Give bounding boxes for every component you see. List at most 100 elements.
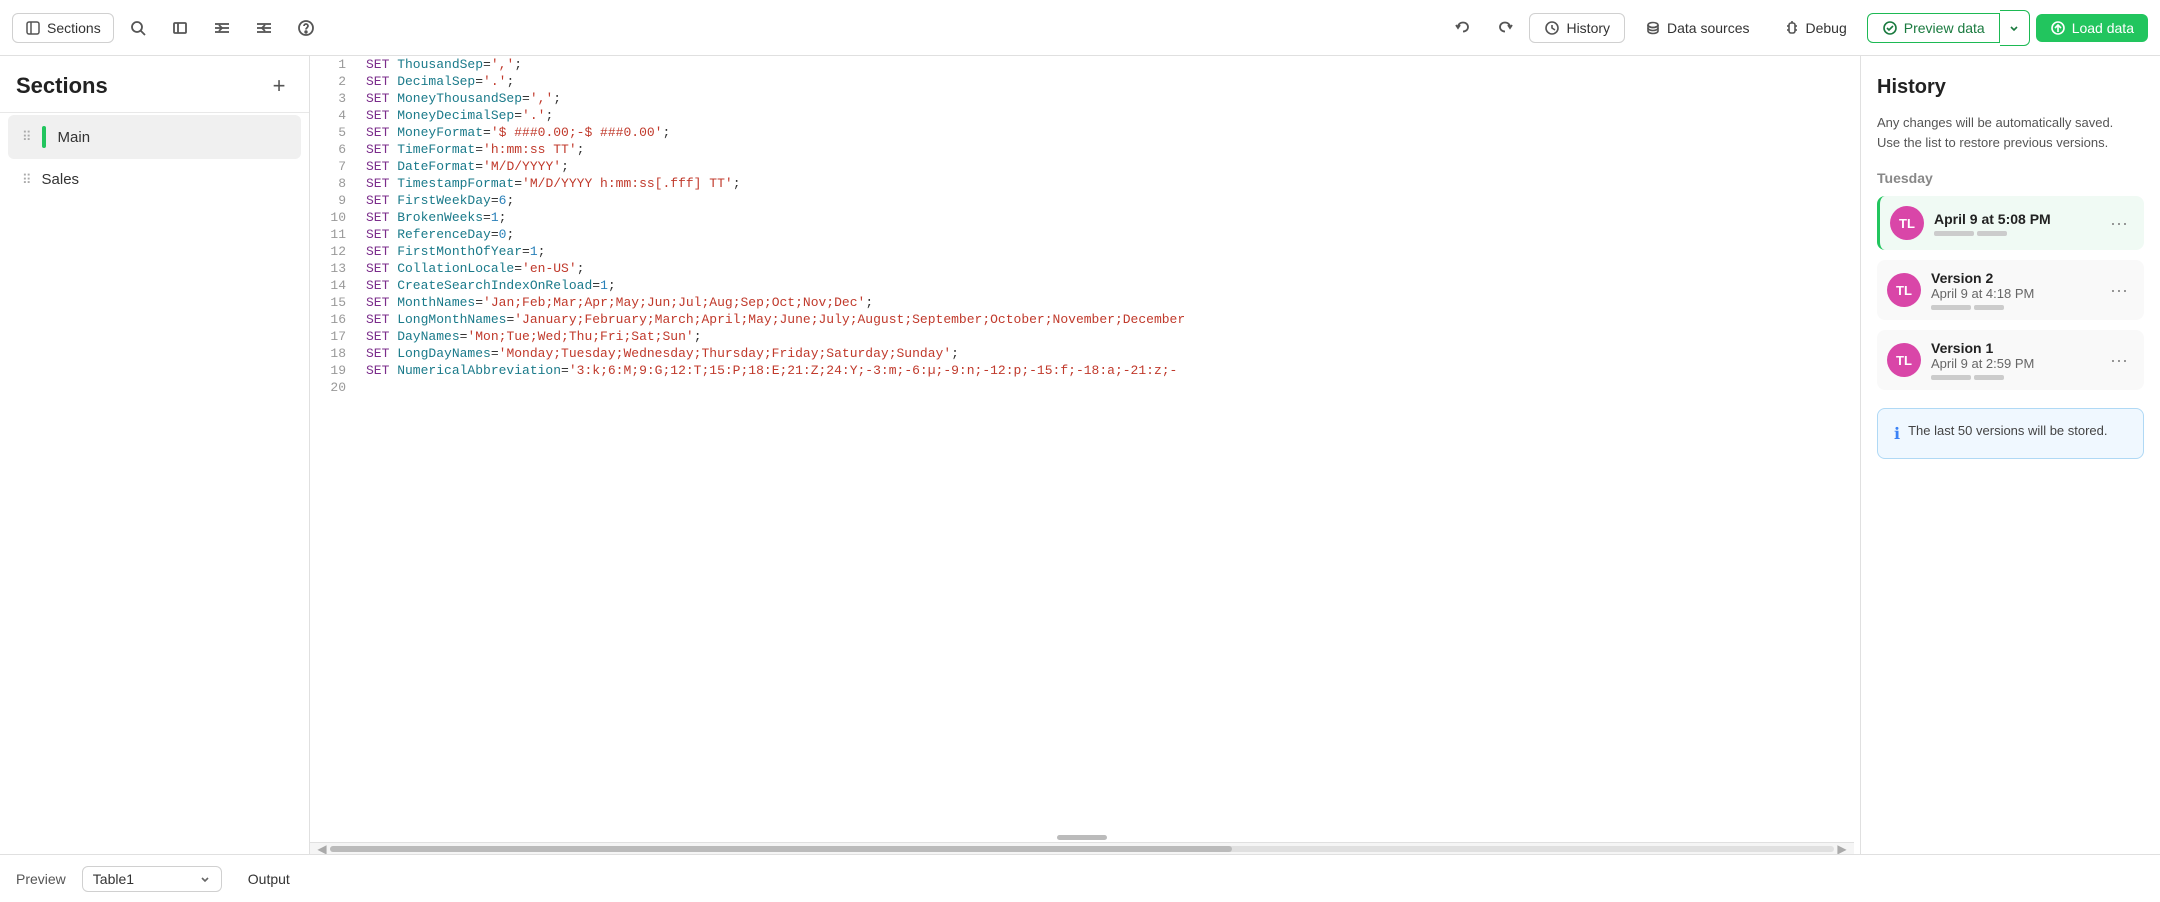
history-bar-v2 [1931, 305, 2094, 310]
code-editor[interactable]: 1SET ThousandSep=',';2SET DecimalSep='.'… [310, 56, 1854, 842]
horizontal-scrollbar[interactable]: ◀ ▶ [310, 842, 1854, 854]
history-button[interactable]: History [1529, 13, 1625, 43]
line-code-12[interactable]: SET FirstMonthOfYear=1; [358, 243, 1854, 260]
undo-button[interactable] [1445, 10, 1481, 46]
undo-icon [1454, 19, 1472, 37]
history-notice: ℹ The last 50 versions will be stored. [1877, 408, 2144, 459]
line-number-20: 20 [310, 379, 358, 396]
add-section-button[interactable]: + [265, 72, 293, 100]
line-number-19: 19 [310, 362, 358, 379]
chevron-down-icon [199, 873, 211, 885]
line-code-2[interactable]: SET DecimalSep='.'; [358, 73, 1854, 90]
code-line-6: 6SET TimeFormat='h:mm:ss TT'; [310, 141, 1854, 158]
sidebar: Sections + ⠿ Main 🗑 ⠿ Sales [0, 56, 310, 854]
history-menu-v1[interactable]: ··· [2104, 348, 2134, 373]
line-code-16[interactable]: SET LongMonthNames='January;February;Mar… [358, 311, 1854, 328]
resize-handle-bottom[interactable] [1057, 835, 1107, 840]
history-bar-v1 [1931, 375, 2094, 380]
load-icon [2050, 20, 2066, 36]
line-number-14: 14 [310, 277, 358, 294]
bottom-bar: Preview Table1 Output [0, 854, 2160, 902]
line-code-19[interactable]: SET NumericalAbbreviation='3:k;6:M;9:G;1… [358, 362, 1854, 379]
history-entry-v2[interactable]: TL Version 2 April 9 at 4:18 PM ··· [1877, 260, 2144, 320]
sidebar-item-sales[interactable]: ⠿ Sales [8, 161, 301, 198]
code-line-15: 15SET MonthNames='Jan;Feb;Mar;Apr;May;Ju… [310, 294, 1854, 311]
avatar-current: TL [1890, 206, 1924, 240]
line-code-7[interactable]: SET DateFormat='M/D/YYYY'; [358, 158, 1854, 175]
line-code-13[interactable]: SET CollationLocale='en-US'; [358, 260, 1854, 277]
search-button[interactable] [120, 10, 156, 46]
history-entry-current[interactable]: TL April 9 at 5:08 PM ··· [1877, 196, 2144, 250]
line-code-18[interactable]: SET LongDayNames='Monday;Tuesday;Wednesd… [358, 345, 1854, 362]
avatar-v1: TL [1887, 343, 1921, 377]
line-number-2: 2 [310, 73, 358, 90]
code-line-17: 17SET DayNames='Mon;Tue;Wed;Thu;Fri;Sat;… [310, 328, 1854, 345]
help-icon [297, 19, 315, 37]
history-version-label-v1: Version 1 [1931, 340, 2094, 356]
line-number-7: 7 [310, 158, 358, 175]
info-icon: ℹ [1894, 424, 1900, 444]
code-line-10: 10SET BrokenWeeks=1; [310, 209, 1854, 226]
line-code-20[interactable] [358, 379, 1854, 396]
data-sources-button[interactable]: Data sources [1631, 14, 1763, 42]
line-code-5[interactable]: SET MoneyFormat='$ ###0.00;-$ ###0.00'; [358, 124, 1854, 141]
code-line-11: 11SET ReferenceDay=0; [310, 226, 1854, 243]
line-number-18: 18 [310, 345, 358, 362]
output-button[interactable]: Output [238, 865, 300, 893]
scroll-right-arrow[interactable]: ▶ [1834, 842, 1850, 855]
line-code-1[interactable]: SET ThousandSep=','; [358, 56, 1854, 73]
line-code-14[interactable]: SET CreateSearchIndexOnReload=1; [358, 277, 1854, 294]
line-number-1: 1 [310, 56, 358, 73]
load-data-button[interactable]: Load data [2036, 14, 2148, 42]
line-code-4[interactable]: SET MoneyDecimalSep='.'; [358, 107, 1854, 124]
indent-left-button[interactable] [246, 10, 282, 46]
line-number-3: 3 [310, 90, 358, 107]
preview-label: Preview [16, 871, 66, 887]
sections-toggle-button[interactable]: Sections [12, 13, 114, 43]
redo-button[interactable] [1487, 10, 1523, 46]
line-code-8[interactable]: SET TimestampFormat='M/D/YYYY h:mm:ss[.f… [358, 175, 1854, 192]
history-day-label: Tuesday [1877, 170, 2144, 186]
code-table: 1SET ThousandSep=',';2SET DecimalSep='.'… [310, 56, 1854, 396]
redo-icon [1496, 19, 1514, 37]
debug-button[interactable]: Debug [1770, 14, 1861, 42]
code-line-13: 13SET CollationLocale='en-US'; [310, 260, 1854, 277]
line-code-15[interactable]: SET MonthNames='Jan;Feb;Mar;Apr;May;Jun;… [358, 294, 1854, 311]
scrollbar-thumb[interactable] [330, 846, 1232, 852]
line-code-10[interactable]: SET BrokenWeeks=1; [358, 209, 1854, 226]
history-title: History [1877, 76, 2144, 99]
history-info-v2: Version 2 April 9 at 4:18 PM [1931, 270, 2094, 310]
preview-data-button[interactable]: Preview data [1867, 13, 2000, 43]
sidebar-icon [25, 20, 41, 36]
history-entry-v1[interactable]: TL Version 1 April 9 at 2:59 PM ··· [1877, 330, 2144, 390]
scroll-left-arrow[interactable]: ◀ [314, 842, 330, 855]
line-code-6[interactable]: SET TimeFormat='h:mm:ss TT'; [358, 141, 1854, 158]
line-number-4: 4 [310, 107, 358, 124]
preview-dropdown-button[interactable] [2000, 10, 2030, 46]
code-line-9: 9SET FirstWeekDay=6; [310, 192, 1854, 209]
code-line-12: 12SET FirstMonthOfYear=1; [310, 243, 1854, 260]
history-menu-v2[interactable]: ··· [2104, 278, 2134, 303]
format-icon [171, 19, 189, 37]
history-menu-current[interactable]: ··· [2104, 211, 2134, 236]
sidebar-item-label-sales: Sales [42, 171, 287, 188]
code-line-2: 2SET DecimalSep='.'; [310, 73, 1854, 90]
line-code-9[interactable]: SET FirstWeekDay=6; [358, 192, 1854, 209]
line-code-11[interactable]: SET ReferenceDay=0; [358, 226, 1854, 243]
line-number-5: 5 [310, 124, 358, 141]
line-code-17[interactable]: SET DayNames='Mon;Tue;Wed;Thu;Fri;Sat;Su… [358, 328, 1854, 345]
line-number-15: 15 [310, 294, 358, 311]
line-code-3[interactable]: SET MoneyThousandSep=','; [358, 90, 1854, 107]
sidebar-items-list: ⠿ Main 🗑 ⠿ Sales [0, 113, 309, 200]
panel-resize-handle[interactable] [1854, 56, 1860, 854]
indent-right-button[interactable] [204, 10, 240, 46]
help-button[interactable] [288, 10, 324, 46]
search-icon [129, 19, 147, 37]
data-sources-label: Data sources [1667, 20, 1749, 36]
main-layout: Sections + ⠿ Main 🗑 ⠿ Sales 1SET Thousan… [0, 56, 2160, 854]
table-select[interactable]: Table1 [82, 866, 222, 892]
sidebar-item-main[interactable]: ⠿ Main 🗑 [8, 115, 301, 159]
format-button[interactable] [162, 10, 198, 46]
code-line-14: 14SET CreateSearchIndexOnReload=1; [310, 277, 1854, 294]
sidebar-title: Sections [16, 73, 108, 99]
